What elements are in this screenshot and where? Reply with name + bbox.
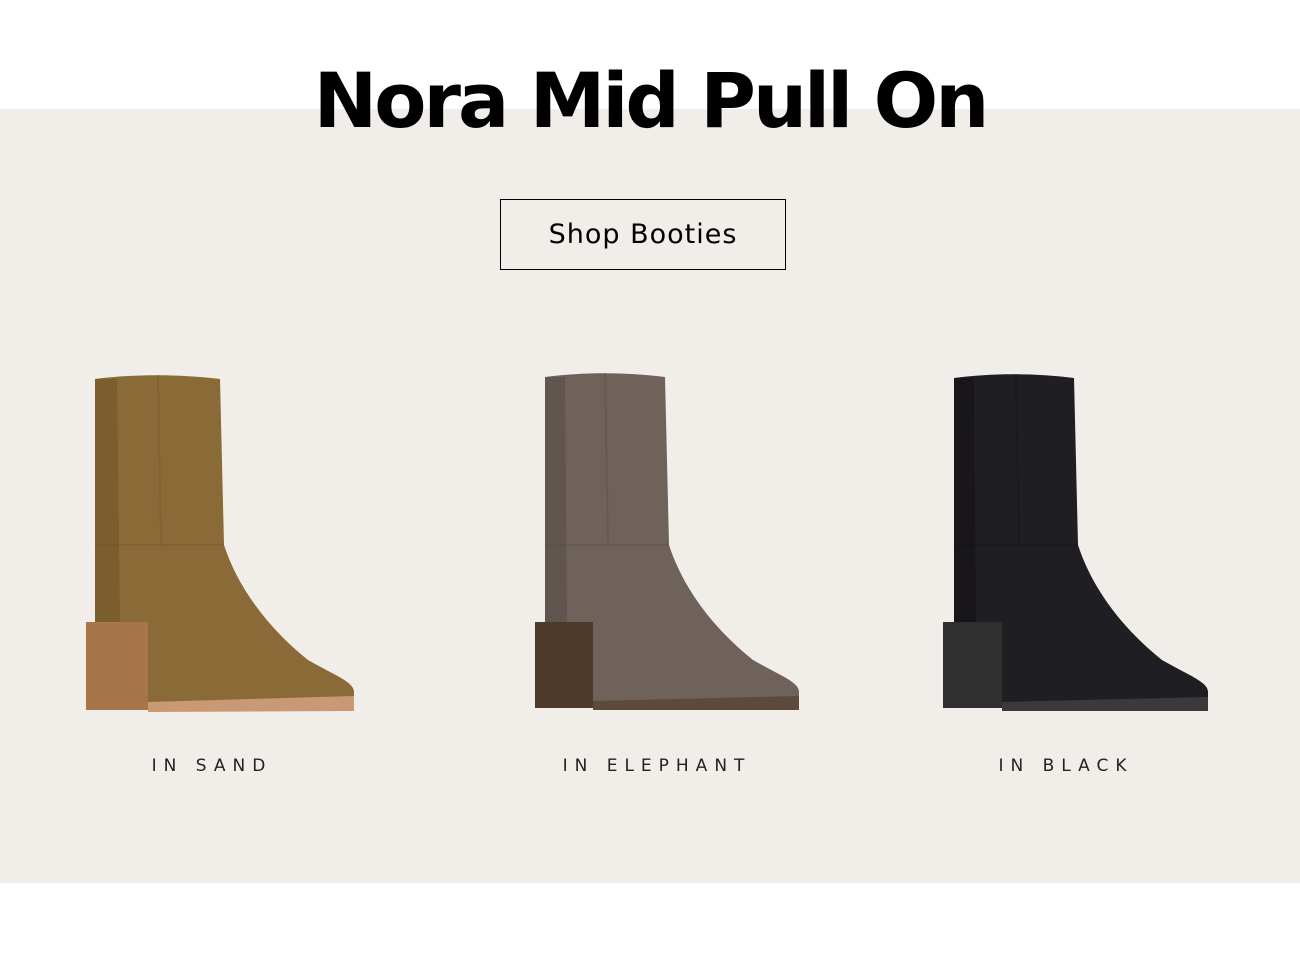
product-card-elephant[interactable]: IN ELEPHANT: [507, 330, 807, 800]
boot-image-black: [943, 373, 1208, 711]
boot-image-elephant: [535, 372, 799, 710]
product-label-elephant: IN ELEPHANT: [562, 756, 752, 776]
boot-image-sand: [86, 374, 354, 712]
product-card-black[interactable]: IN BLACK: [916, 330, 1216, 800]
product-label-sand: IN SAND: [151, 756, 273, 776]
page-title: Nora Mid Pull On: [313, 56, 990, 145]
shop-booties-button[interactable]: Shop Booties: [500, 199, 786, 270]
product-label-black: IN BLACK: [998, 756, 1134, 776]
product-card-sand[interactable]: IN SAND: [62, 330, 362, 800]
